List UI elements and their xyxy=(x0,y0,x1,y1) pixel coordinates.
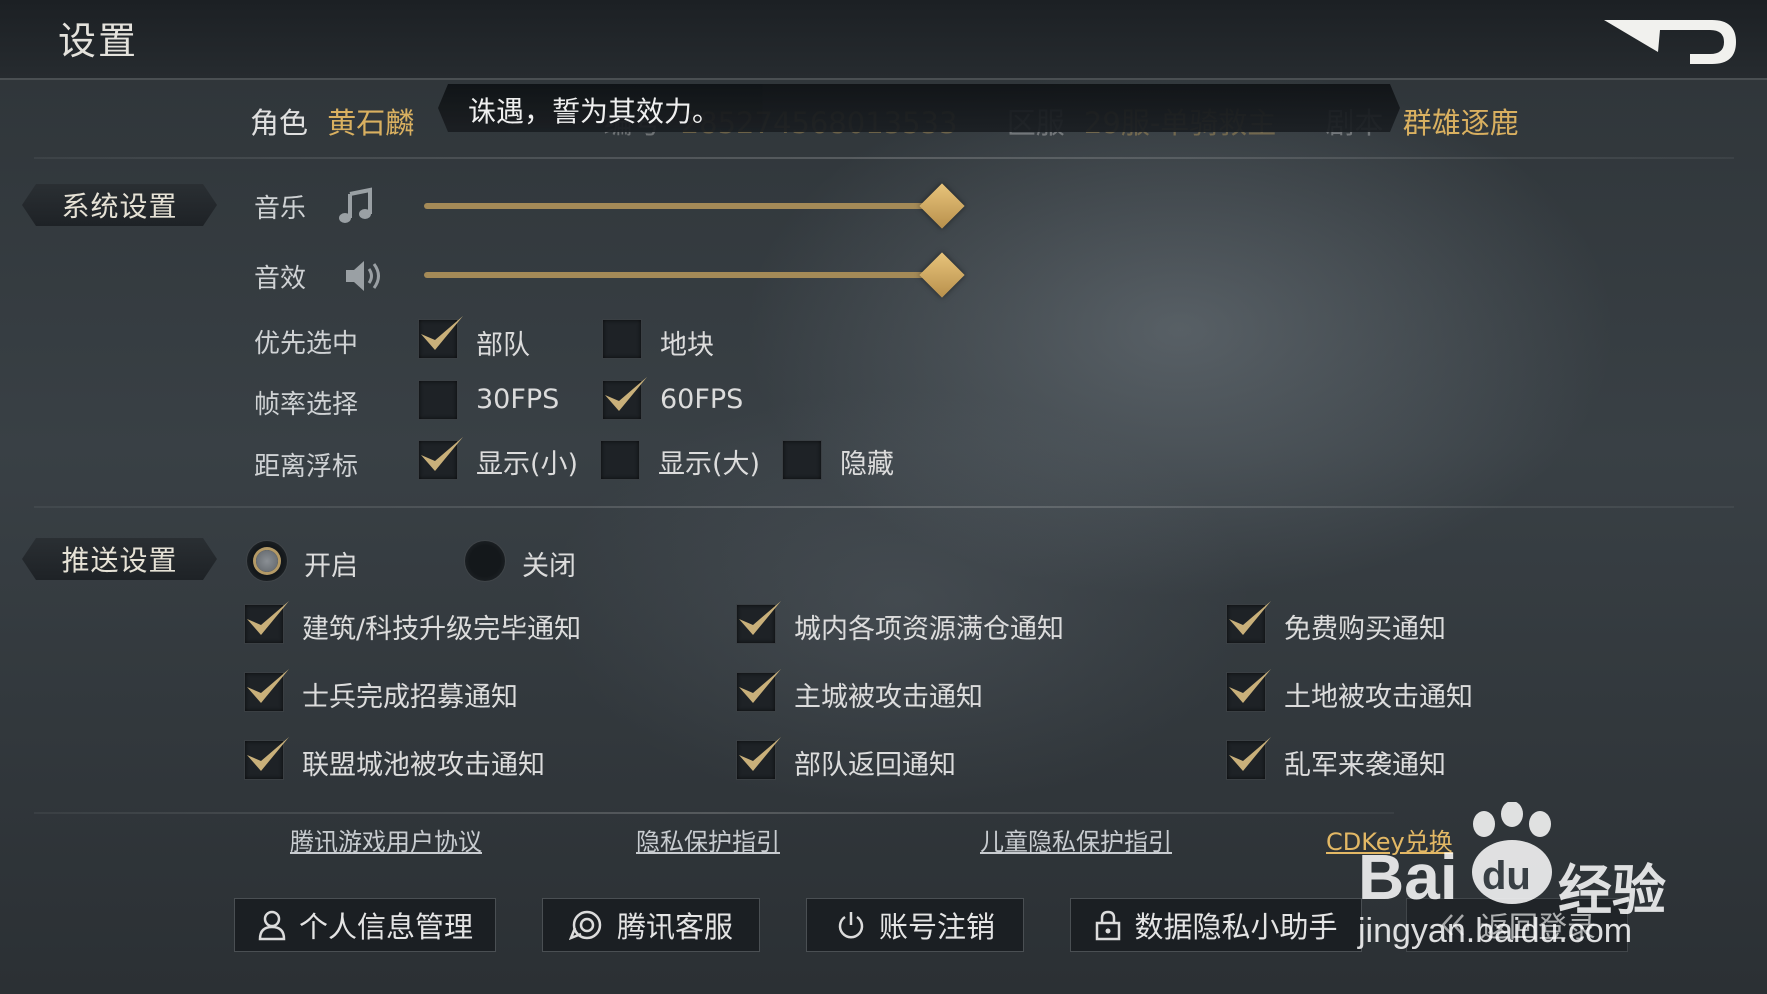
push-item-label: 部队返回通知 xyxy=(794,750,956,781)
fps-30-label: 30FPS xyxy=(476,384,560,415)
push-item-checkbox[interactable] xyxy=(1226,669,1271,712)
push-item-checkbox[interactable] xyxy=(244,669,289,712)
fps-60-label: 60FPS xyxy=(660,384,744,415)
push-item-checkbox[interactable] xyxy=(244,737,289,780)
priority-label: 优先选中 xyxy=(254,329,359,359)
checkmark-icon xyxy=(1229,737,1271,771)
push-item-label: 联盟城池被攻击通知 xyxy=(302,750,545,781)
push-item-label: 土地被攻击通知 xyxy=(1284,682,1473,713)
child-privacy-link[interactable]: 儿童隐私保护指引 xyxy=(980,822,1172,857)
priority-troops-label: 部队 xyxy=(476,330,530,361)
push-on-label: 开启 xyxy=(304,551,358,582)
push-off-label: 关闭 xyxy=(522,551,576,582)
privacy-guide-link[interactable]: 隐私保护指引 xyxy=(636,822,780,857)
back-button[interactable] xyxy=(1600,14,1742,70)
checkmark-icon xyxy=(1229,601,1271,635)
back-arrow-icon xyxy=(1604,20,1736,64)
divider xyxy=(34,812,1394,814)
lock-icon xyxy=(1096,910,1121,941)
watermark-url: jingyan.baidu.com xyxy=(1358,912,1633,950)
marker-hide-checkbox[interactable] xyxy=(782,440,822,480)
role-label: 角色 xyxy=(250,106,309,140)
personal-info-button[interactable]: 个人信息管理 xyxy=(234,898,496,952)
push-item-label: 主城被攻击通知 xyxy=(794,682,983,713)
page-title: 设置 xyxy=(58,19,139,63)
baidu-watermark: Bai du 经验 jingyan.baidu.com xyxy=(1358,800,1678,960)
sfx-label: 音效 xyxy=(254,264,307,294)
system-settings-tab: 系统设置 xyxy=(22,184,217,226)
watermark-brand: Bai xyxy=(1358,841,1458,913)
script-value: 群雄逐鹿 xyxy=(1402,106,1519,140)
push-item-checkbox[interactable] xyxy=(736,737,781,780)
push-item-checkbox[interactable] xyxy=(1226,737,1271,780)
push-item-checkbox[interactable] xyxy=(1226,601,1271,644)
marker-small-label: 显示(小) xyxy=(476,449,579,480)
sfx-slider-thumb[interactable] xyxy=(919,252,965,298)
push-item-checkbox[interactable] xyxy=(736,601,781,644)
push-item-label: 士兵完成招募通知 xyxy=(302,682,518,713)
music-note-icon xyxy=(339,187,372,223)
user-icon xyxy=(258,910,286,941)
push-item-checkbox[interactable] xyxy=(244,601,289,644)
music-slider-thumb[interactable] xyxy=(919,183,965,229)
marker-small-checkbox[interactable] xyxy=(418,437,463,480)
marker-large-checkbox[interactable] xyxy=(600,440,640,480)
music-slider-track[interactable] xyxy=(424,203,944,209)
account-cancel-label: 账号注销 xyxy=(878,910,995,944)
personal-info-label: 个人信息管理 xyxy=(298,910,473,944)
push-settings-tab: 推送设置 xyxy=(22,538,217,580)
priority-troops-checkbox[interactable] xyxy=(418,316,463,359)
customer-service-button[interactable]: 腾讯客服 xyxy=(542,898,760,952)
divider xyxy=(34,506,1734,508)
speaker-icon xyxy=(346,261,380,291)
checkmark-icon xyxy=(421,316,463,350)
push-item-label: 城内各项资源满仓通知 xyxy=(794,614,1064,645)
push-item-label: 免费购买通知 xyxy=(1284,614,1446,645)
divider xyxy=(34,157,1734,159)
sfx-slider-track[interactable] xyxy=(424,272,944,278)
checkmark-icon xyxy=(247,669,289,703)
distance-marker-label: 距离浮标 xyxy=(254,452,359,482)
marker-hide-label: 隐藏 xyxy=(840,449,894,480)
headset-icon xyxy=(568,910,602,941)
checkmark-icon xyxy=(739,601,781,635)
push-item-label: 乱军来袭通知 xyxy=(1284,750,1446,781)
toast-text: 诛遇，誓为其效力。 xyxy=(468,95,721,128)
watermark-brand-du: du xyxy=(1482,854,1531,898)
checkmark-icon xyxy=(1229,669,1271,703)
marker-large-label: 显示(大) xyxy=(658,449,761,480)
power-icon xyxy=(838,912,864,939)
toast-message: 诛遇，誓为其效力。 xyxy=(438,84,1400,132)
priority-tile-label: 地块 xyxy=(660,330,714,361)
checkmark-icon xyxy=(739,737,781,771)
customer-service-label: 腾讯客服 xyxy=(616,910,733,944)
privacy-helper-button[interactable]: 数据隐私小助手 xyxy=(1070,898,1362,952)
checkmark-icon xyxy=(739,669,781,703)
push-off-radio[interactable] xyxy=(464,540,506,582)
role-name: 黄石麟 xyxy=(327,106,415,140)
push-item-label: 建筑/科技升级完毕通知 xyxy=(302,614,582,645)
checkmark-icon xyxy=(605,377,647,411)
fps-60-checkbox[interactable] xyxy=(602,377,647,420)
checkmark-icon xyxy=(247,737,289,771)
checkmark-icon xyxy=(247,601,289,635)
push-item-checkbox[interactable] xyxy=(736,669,781,712)
account-cancel-button[interactable]: 账号注销 xyxy=(806,898,1024,952)
fps-30-checkbox[interactable] xyxy=(418,380,458,420)
fps-label: 帧率选择 xyxy=(254,390,359,420)
music-label: 音乐 xyxy=(254,194,307,224)
header-bar: 设置 xyxy=(0,0,1767,80)
checkmark-icon xyxy=(421,437,463,471)
privacy-helper-label: 数据隐私小助手 xyxy=(1134,910,1338,944)
user-agreement-link[interactable]: 腾讯游戏用户协议 xyxy=(290,822,482,857)
push-on-radio[interactable] xyxy=(246,540,288,582)
priority-tile-checkbox[interactable] xyxy=(602,319,642,359)
